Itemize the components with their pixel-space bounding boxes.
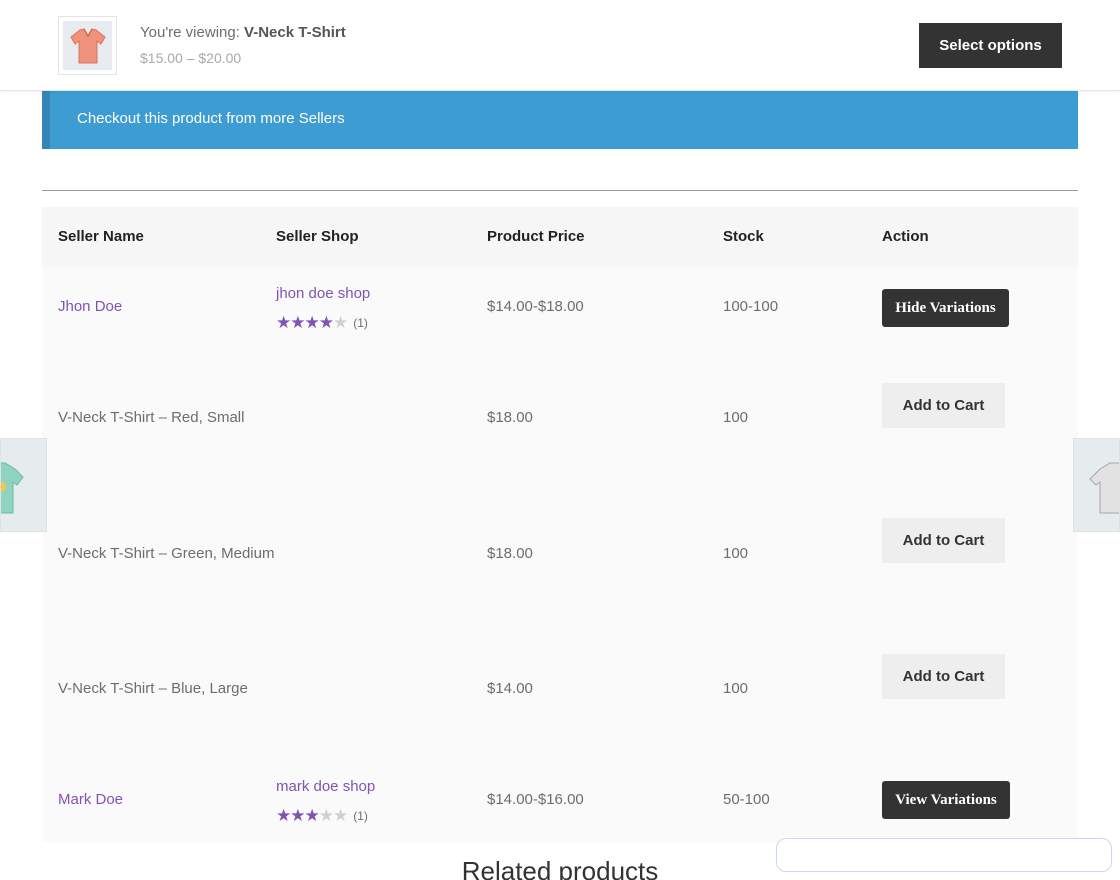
- price-range: $15.00 – $20.00: [140, 50, 242, 66]
- add-to-cart-button[interactable]: Add to Cart: [882, 383, 1005, 428]
- variation-price: $18.00: [487, 545, 533, 562]
- variation-price: $14.00: [487, 680, 533, 697]
- seller-stock: 50-100: [723, 791, 770, 808]
- product-thumbnail[interactable]: [58, 16, 117, 75]
- star-icon: ★: [290, 313, 305, 332]
- header-stock: Stock: [723, 228, 764, 245]
- seller-name-link[interactable]: Jhon Doe: [58, 298, 122, 315]
- sticky-product-bar: You're viewing: V-Neck T-Shirt $15.00 – …: [0, 0, 1120, 91]
- variation-row: V-Neck T-Shirt – Blue, Large $14.00 100 …: [42, 622, 1078, 757]
- seller-name-link[interactable]: Mark Doe: [58, 791, 123, 808]
- table-row: Jhon Doe jhon doe shop ★ ★ ★ ★ ★ (1) $14…: [42, 265, 1078, 351]
- add-to-cart-button[interactable]: Add to Cart: [882, 518, 1005, 563]
- seller-price: $14.00-$16.00: [487, 791, 584, 808]
- variation-name: V-Neck T-Shirt – Green, Medium: [58, 545, 275, 562]
- table-header-row: Seller Name Seller Shop Product Price St…: [42, 207, 1078, 265]
- star-icon: ★: [318, 313, 334, 332]
- seller-shop-link[interactable]: mark doe shop: [276, 778, 375, 795]
- seller-shop-link[interactable]: jhon doe shop: [276, 285, 370, 302]
- select-options-button[interactable]: Select options: [919, 23, 1062, 68]
- next-product-link[interactable]: [1073, 438, 1120, 532]
- header-seller-shop: Seller Shop: [276, 228, 359, 245]
- rating-count: (1): [353, 315, 368, 330]
- previous-product-link[interactable]: [0, 438, 47, 532]
- seller-stock: 100-100: [723, 298, 779, 315]
- seller-price: $14.00-$18.00: [487, 298, 584, 315]
- star-icon: ★: [304, 806, 320, 825]
- star-icon: ★: [318, 806, 334, 825]
- variation-row: V-Neck T-Shirt – Green, Medium $18.00 10…: [42, 487, 1078, 622]
- variation-stock: 100: [723, 409, 749, 426]
- seller-rating: ★ ★ ★ ★ ★ (1): [276, 314, 368, 331]
- vneck-tshirt-icon: [69, 27, 106, 63]
- seller-rating: ★ ★ ★ ★ ★ (1): [276, 807, 368, 824]
- star-icon: ★: [276, 313, 291, 332]
- variation-price: $18.00: [487, 409, 533, 426]
- header-product-price: Product Price: [487, 228, 585, 245]
- add-to-cart-button[interactable]: Add to Cart: [882, 654, 1005, 699]
- table-row: Mark Doe mark doe shop ★ ★ ★ ★ ★ (1) $14…: [42, 757, 1078, 842]
- hide-variations-button[interactable]: Hide Variations: [882, 289, 1009, 327]
- variation-stock: 100: [723, 680, 749, 697]
- divider: [42, 190, 1078, 191]
- variation-name: V-Neck T-Shirt – Red, Small: [58, 409, 245, 426]
- product-name: V-Neck T-Shirt: [244, 24, 346, 41]
- star-icon: ★: [304, 313, 320, 332]
- variation-row: V-Neck T-Shirt – Red, Small $18.00 100 A…: [42, 351, 1078, 487]
- grey-tshirt-thumbnail-icon: [1089, 462, 1119, 514]
- star-icon: ★: [333, 806, 348, 825]
- rating-count: (1): [353, 808, 368, 823]
- header-seller-name: Seller Name: [58, 228, 144, 245]
- star-icon: ★: [276, 806, 291, 825]
- view-variations-button[interactable]: View Variations: [882, 781, 1010, 819]
- star-icon: ★: [290, 806, 305, 825]
- variation-stock: 100: [723, 545, 749, 562]
- header-action: Action: [882, 228, 929, 245]
- star-icon: ★: [333, 313, 348, 332]
- more-sellers-notice: Checkout this product from more Sellers: [42, 91, 1078, 149]
- variation-name: V-Neck T-Shirt – Blue, Large: [58, 680, 248, 697]
- mint-tshirt-thumbnail-icon: [1, 462, 24, 514]
- chat-widget-input[interactable]: [776, 838, 1112, 872]
- viewing-label: You're viewing: V-Neck T-Shirt: [140, 24, 346, 41]
